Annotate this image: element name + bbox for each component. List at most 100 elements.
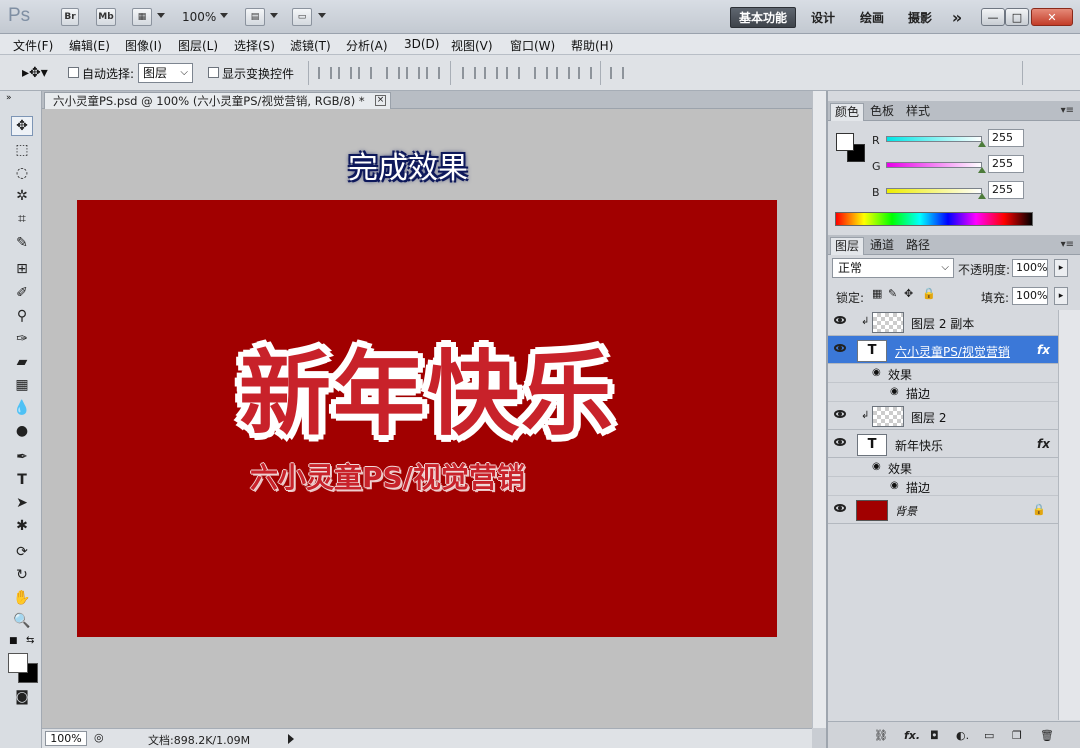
zoom-level[interactable]: 100% bbox=[182, 10, 216, 24]
document-canvas[interactable]: 新年快乐 六小灵童PS/视觉营销 bbox=[77, 200, 777, 637]
tab-layers[interactable]: 图层 bbox=[830, 237, 865, 255]
screen-mode-button[interactable]: ▭ bbox=[292, 8, 312, 26]
align-bottom-icon[interactable] bbox=[358, 67, 372, 79]
delete-layer-icon[interactable]: 🗑 bbox=[1040, 729, 1054, 742]
distribute-bottom-icon[interactable] bbox=[506, 67, 520, 79]
eyedropper-tool-icon[interactable]: ✎ bbox=[11, 233, 33, 253]
panel-foreground-swatch[interactable] bbox=[836, 133, 854, 151]
visibility-eye-icon[interactable]: ◉ bbox=[890, 386, 899, 397]
align-hcenter-icon[interactable] bbox=[406, 67, 420, 79]
tab-swatches[interactable]: 色板 bbox=[866, 103, 898, 121]
tab-paths[interactable]: 路径 bbox=[902, 237, 934, 255]
fill-input[interactable]: 100% bbox=[1012, 287, 1048, 305]
red-slider-track[interactable] bbox=[886, 136, 982, 142]
opacity-slider-arrow-icon[interactable]: ▸ bbox=[1054, 259, 1068, 277]
layer-name[interactable]: 新年快乐 bbox=[895, 437, 943, 454]
path-selection-tool-icon[interactable]: ➤ bbox=[11, 493, 33, 513]
visibility-eye-icon[interactable] bbox=[834, 344, 846, 352]
blue-slider-track[interactable] bbox=[886, 188, 982, 194]
mini-bridge-button[interactable]: Mb bbox=[96, 8, 116, 26]
close-button[interactable]: ✕ bbox=[1031, 8, 1073, 26]
menu-layer[interactable]: 图层(L) bbox=[178, 37, 218, 54]
add-mask-icon[interactable]: ◘ bbox=[930, 729, 939, 742]
red-slider-thumb[interactable] bbox=[978, 141, 986, 147]
align-right-icon[interactable] bbox=[426, 67, 440, 79]
stroke-effect-row[interactable]: ◉ 描边 bbox=[828, 383, 1058, 402]
align-top-icon[interactable] bbox=[318, 67, 332, 79]
auto-align-layers-icon[interactable] bbox=[610, 67, 624, 79]
zoom-arrow-icon[interactable] bbox=[220, 13, 228, 18]
workspace-painting[interactable]: 绘画 bbox=[852, 7, 892, 28]
blur-tool-icon[interactable]: 💧 bbox=[11, 398, 33, 418]
swap-colors-icon[interactable]: ⇆ bbox=[26, 635, 34, 646]
green-slider-thumb[interactable] bbox=[978, 167, 986, 173]
visibility-eye-icon[interactable]: ◉ bbox=[872, 367, 881, 378]
blend-mode-dropdown[interactable]: 正常 ⌵ bbox=[832, 258, 954, 278]
maximize-button[interactable]: □ bbox=[1005, 8, 1029, 26]
default-colors-icon[interactable]: ■ bbox=[9, 636, 18, 646]
clone-stamp-tool-icon[interactable]: ⚲ bbox=[11, 306, 33, 326]
blue-value-input[interactable]: 255 bbox=[988, 181, 1024, 199]
layer-name[interactable]: 背景 bbox=[895, 503, 917, 519]
hand-tool-icon[interactable]: ✋ bbox=[11, 588, 33, 608]
visibility-eye-icon[interactable] bbox=[834, 410, 846, 418]
layer-row-background[interactable]: 背景 🔒 bbox=[828, 496, 1058, 524]
red-value-input[interactable]: 255 bbox=[988, 129, 1024, 147]
distribute-hcenter-icon[interactable] bbox=[556, 67, 570, 79]
tab-styles[interactable]: 样式 bbox=[902, 103, 934, 121]
menu-file[interactable]: 文件(F) bbox=[13, 37, 53, 54]
marquee-tool-icon[interactable]: ⬚ bbox=[11, 140, 33, 160]
auto-select-checkbox[interactable] bbox=[68, 67, 79, 78]
show-transform-checkbox[interactable] bbox=[208, 67, 219, 78]
move-tool-preset-icon[interactable]: ▸✥▾ bbox=[22, 65, 48, 81]
fill-slider-arrow-icon[interactable]: ▸ bbox=[1054, 287, 1068, 305]
collapse-panel-icon[interactable]: » bbox=[6, 93, 12, 103]
layers-scrollbar[interactable] bbox=[1058, 310, 1080, 720]
arrange-arrow-icon[interactable] bbox=[270, 13, 278, 18]
status-zoom-field[interactable]: 100% bbox=[45, 731, 87, 746]
lock-transparent-icon[interactable]: ▦ bbox=[872, 287, 882, 300]
visibility-eye-icon[interactable]: ◉ bbox=[890, 480, 899, 491]
new-group-icon[interactable]: ▭ bbox=[984, 729, 994, 742]
distribute-vcenter-icon[interactable] bbox=[484, 67, 498, 79]
distribute-right-icon[interactable] bbox=[578, 67, 592, 79]
layer-row[interactable]: ↲ 图层 2 bbox=[828, 402, 1058, 430]
visibility-eye-icon[interactable] bbox=[834, 504, 846, 512]
stroke-effect-row[interactable]: ◉ 描边 bbox=[828, 477, 1058, 496]
effects-row[interactable]: ◉ 效果 bbox=[828, 458, 1058, 477]
fx-icon[interactable]: fx bbox=[1037, 437, 1050, 451]
visibility-eye-icon[interactable]: ◉ bbox=[872, 461, 881, 472]
arrange-documents-button[interactable]: ▤ bbox=[245, 8, 265, 26]
eraser-tool-icon[interactable]: ▰ bbox=[11, 352, 33, 372]
quick-mask-icon[interactable]: ◙ bbox=[11, 687, 33, 707]
gradient-tool-icon[interactable]: ▦ bbox=[11, 375, 33, 395]
menu-view[interactable]: 视图(V) bbox=[451, 37, 493, 54]
bridge-button[interactable]: Br bbox=[61, 8, 79, 26]
menu-window[interactable]: 窗口(W) bbox=[510, 37, 555, 54]
close-tab-icon[interactable]: × bbox=[375, 95, 386, 106]
quick-select-tool-icon[interactable]: ✲ bbox=[11, 186, 33, 206]
lasso-tool-icon[interactable]: ◌ bbox=[11, 163, 33, 183]
add-layer-style-icon[interactable]: fx. bbox=[904, 729, 920, 742]
foreground-color-swatch[interactable] bbox=[8, 653, 28, 673]
effects-row[interactable]: ◉ 效果 bbox=[828, 364, 1058, 383]
visibility-eye-icon[interactable] bbox=[834, 438, 846, 446]
menu-edit[interactable]: 编辑(E) bbox=[69, 37, 110, 54]
crop-tool-icon[interactable]: ⌗ bbox=[11, 209, 33, 229]
menu-3d[interactable]: 3D(D) bbox=[404, 37, 439, 51]
distribute-left-icon[interactable] bbox=[534, 67, 548, 79]
layer-row-selected[interactable]: T 六小灵童PS/视觉营销 fx bbox=[828, 336, 1058, 364]
history-brush-tool-icon[interactable]: ✑ bbox=[11, 329, 33, 349]
tab-color[interactable]: 颜色 bbox=[830, 103, 865, 121]
document-tab[interactable]: 六小灵童PS.psd @ 100% (六小灵童PS/视觉营销, RGB/8) *… bbox=[44, 92, 391, 109]
move-tool-icon[interactable]: ✥ bbox=[11, 116, 33, 136]
align-left-icon[interactable] bbox=[386, 67, 400, 79]
healing-brush-tool-icon[interactable]: ⊞ bbox=[11, 259, 33, 279]
shape-tool-icon[interactable]: ✱ bbox=[11, 516, 33, 536]
view-extras-arrow-icon[interactable] bbox=[157, 13, 165, 18]
menu-image[interactable]: 图像(I) bbox=[125, 37, 162, 54]
fx-icon[interactable]: fx bbox=[1037, 343, 1050, 357]
3d-rotate-tool-icon[interactable]: ⟳ bbox=[11, 542, 33, 562]
panel-menu-icon[interactable]: ▾≡ bbox=[1061, 239, 1074, 250]
panel-menu-icon[interactable]: ▾≡ bbox=[1061, 105, 1074, 116]
